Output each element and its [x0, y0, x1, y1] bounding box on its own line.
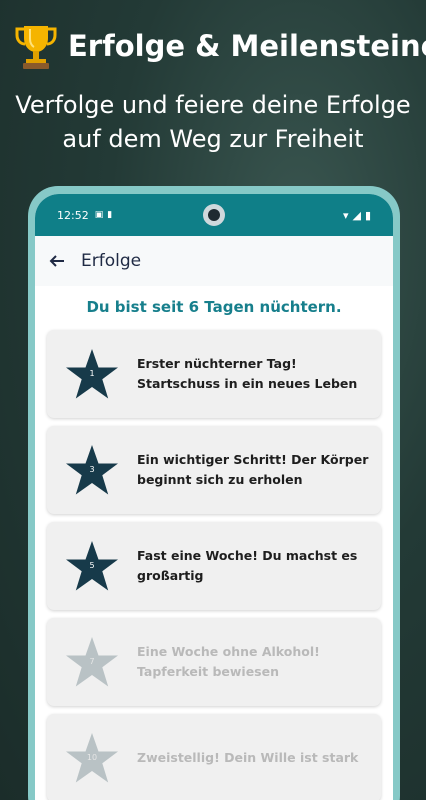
battery-icon: ▮ — [364, 208, 371, 222]
achievement-text: Eine Woche ohne Alkohol! Tapferkeit bewi… — [137, 644, 320, 679]
phone-screen: 12:52 ▣ ▮ ▾ ◢ ▮ Erfolge Du bist seit 6 T… — [35, 194, 393, 800]
back-arrow-icon[interactable] — [49, 253, 65, 269]
promo-subtitle-line-2: auf dem Weg zur Freiheit — [62, 125, 364, 153]
promo-subtitle: Verfolge und feiere deine Erfolge auf de… — [0, 88, 426, 156]
achievement-text: Zweistellig! Dein Wille ist stark — [137, 750, 359, 765]
achievement-card[interactable]: 7 Eine Woche ohne Alkohol! Tapferkeit bew… — [47, 618, 381, 706]
achievement-card[interactable]: 1 Erster nüchterner Tag! Startschuss in e… — [47, 330, 381, 418]
promo-header: Erfolge & Meilensteine — [14, 22, 426, 70]
achievement-days: 10 — [86, 753, 98, 762]
achievement-days: 1 — [89, 369, 95, 378]
achievement-badge: 10 — [47, 714, 137, 800]
achievements-list: 1 Erster nüchterner Tag! Startschuss in e… — [35, 330, 393, 800]
sobriety-status: Du bist seit 6 Tagen nüchtern. — [86, 298, 342, 316]
app-bar: Erfolge — [35, 236, 393, 286]
phone-frame: 12:52 ▣ ▮ ▾ ◢ ▮ Erfolge Du bist seit 6 T… — [28, 186, 400, 800]
achievement-badge: 3 — [47, 426, 137, 514]
sd-card-icon: ▮ — [107, 210, 113, 220]
achievement-card[interactable]: 3 Ein wichtiger Schritt! Der Körper begin… — [47, 426, 381, 514]
wifi-icon: ▾ — [342, 208, 349, 222]
achievement-text: Erster nüchterner Tag! Startschuss in ei… — [137, 356, 358, 391]
achievement-days: 5 — [89, 561, 95, 570]
achievement-badge: 5 — [47, 522, 137, 610]
achievement-badge: 7 — [47, 618, 137, 706]
achievement-days: 3 — [89, 465, 95, 474]
achievement-text: Ein wichtiger Schritt! Der Körper beginn… — [137, 452, 369, 487]
achievement-badge: 1 — [47, 330, 137, 418]
achievement-card[interactable]: 5 Fast eine Woche! Du machst es großartig — [47, 522, 381, 610]
achievement-card[interactable]: 10 Zweistellig! Dein Wille ist stark — [47, 714, 381, 800]
status-time: 12:52 — [57, 208, 89, 222]
promo-subtitle-line-1: Verfolge und feiere deine Erfolge — [15, 91, 411, 119]
signal-icon: ◢ — [352, 208, 361, 222]
trophy-icon — [15, 26, 57, 69]
notification-icon: ▣ — [94, 210, 104, 220]
status-bar: 12:52 ▣ ▮ ▾ ◢ ▮ — [35, 194, 393, 236]
achievement-days: 7 — [89, 657, 95, 666]
camera-cutout — [203, 204, 225, 226]
app-bar-title: Erfolge — [81, 251, 142, 271]
achievement-text: Fast eine Woche! Du machst es großartig — [137, 548, 358, 583]
promo-title: Erfolge & Meilensteine — [68, 29, 426, 63]
